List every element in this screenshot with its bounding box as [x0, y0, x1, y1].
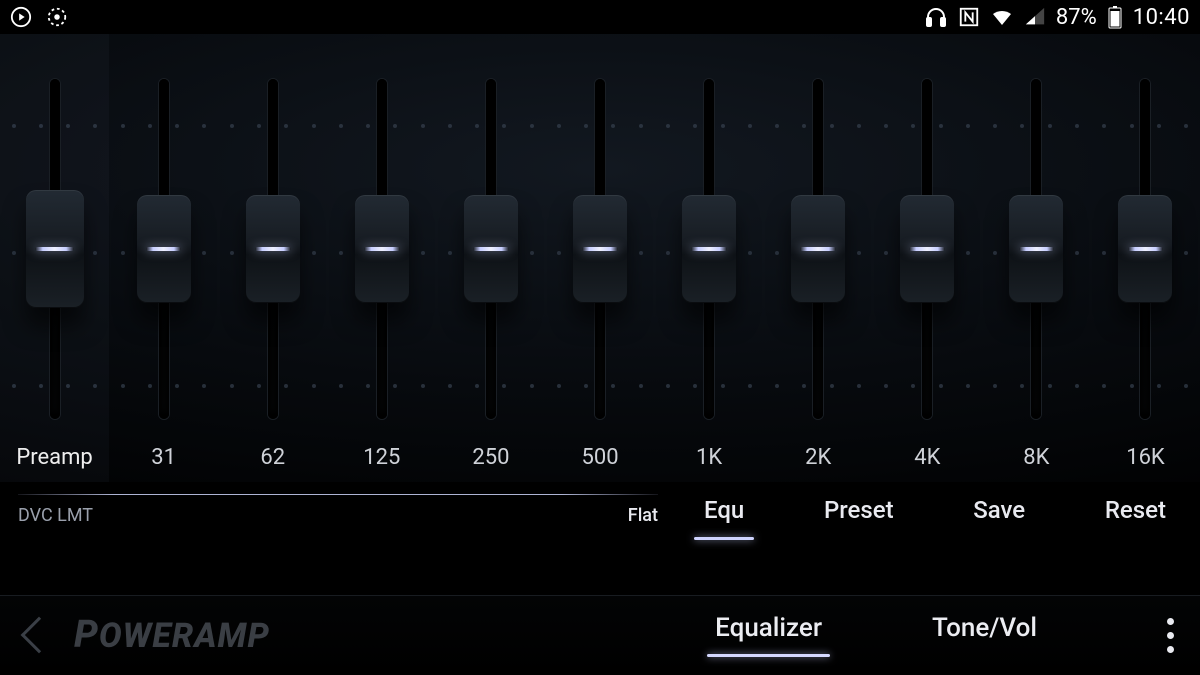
brand-logo: POWERAMP — [74, 613, 270, 657]
wifi-icon — [990, 5, 1014, 29]
band-8K-thumb[interactable] — [1009, 195, 1063, 303]
band-125-thumb[interactable] — [355, 195, 409, 303]
band-1K-label: 1K — [696, 433, 722, 482]
thumb-indicator — [473, 247, 509, 251]
band-slider-16K: 16K — [1091, 34, 1200, 482]
reset-button[interactable]: Reset — [1099, 494, 1172, 536]
band-250-track[interactable] — [486, 79, 496, 419]
band-1K-thumb[interactable] — [682, 195, 736, 303]
play-notification-icon — [10, 6, 32, 28]
band-125-label: 125 — [363, 433, 400, 482]
brand-text: OWERAMP — [99, 616, 270, 656]
eq-action-row: Equ Preset Save Reset — [658, 494, 1172, 536]
band-slider-62: 62 — [218, 34, 327, 482]
bottom-nav-bar: POWERAMP Equalizer Tone/Vol — [0, 595, 1200, 675]
band-16K-thumb[interactable] — [1118, 195, 1172, 303]
thumb-indicator — [909, 247, 945, 251]
preamp-track[interactable] — [50, 79, 60, 419]
headphones-icon — [924, 5, 948, 29]
band-8K-label: 8K — [1023, 433, 1049, 482]
band-slider-250: 250 — [436, 34, 545, 482]
equ-toggle-button[interactable]: Equ — [698, 494, 750, 536]
nfc-icon — [958, 6, 980, 28]
band-4K-label: 4K — [914, 433, 940, 482]
band-4K-thumb[interactable] — [900, 195, 954, 303]
band-2K-label: 2K — [805, 433, 831, 482]
band-250-label: 250 — [472, 433, 509, 482]
thumb-indicator — [1128, 247, 1164, 251]
poweramp-notification-icon — [46, 6, 68, 28]
overflow-menu-button[interactable] — [1167, 618, 1174, 653]
eq-mid-row: DVC LMT Flat Equ Preset Save Reset — [0, 482, 1200, 560]
android-status-bar: 87% 10:40 — [0, 0, 1200, 34]
thumb-indicator — [146, 247, 182, 251]
battery-percent: 87% — [1056, 5, 1097, 30]
band-2K-track[interactable] — [813, 79, 823, 419]
band-125-track[interactable] — [377, 79, 387, 419]
equalizer-panel: Preamp 31 62 125 250 500 1K 2K 4K 8K 16K — [0, 34, 1200, 482]
preamp-slider: Preamp — [0, 34, 109, 482]
band-slider-31: 31 — [109, 34, 218, 482]
preset-name: Flat — [628, 505, 658, 526]
cell-signal-icon — [1024, 6, 1046, 28]
band-250-thumb[interactable] — [464, 195, 518, 303]
thumb-indicator — [364, 247, 400, 251]
band-500-track[interactable] — [595, 79, 605, 419]
band-62-thumb[interactable] — [246, 195, 300, 303]
preset-divider — [18, 494, 658, 495]
band-slider-500: 500 — [545, 34, 654, 482]
tab-equalizer[interactable]: Equalizer — [715, 613, 822, 657]
battery-icon — [1107, 5, 1123, 29]
band-1K-track[interactable] — [704, 79, 714, 419]
band-62-label: 62 — [260, 433, 285, 482]
thumb-indicator — [35, 247, 73, 251]
band-8K-track[interactable] — [1031, 79, 1041, 419]
eq-slider-row: Preamp 31 62 125 250 500 1K 2K 4K 8K 16K — [0, 34, 1200, 482]
band-slider-125: 125 — [327, 34, 436, 482]
thumb-indicator — [800, 247, 836, 251]
back-button[interactable] — [21, 617, 58, 654]
band-31-thumb[interactable] — [137, 195, 191, 303]
preset-button[interactable]: Preset — [818, 494, 900, 536]
band-31-track[interactable] — [159, 79, 169, 419]
thumb-indicator — [1019, 247, 1055, 251]
band-62-track[interactable] — [268, 79, 278, 419]
band-2K-thumb[interactable] — [791, 195, 845, 303]
preamp-label: Preamp — [16, 433, 92, 482]
thumb-indicator — [582, 247, 618, 251]
save-button[interactable]: Save — [967, 494, 1031, 536]
status-clock: 10:40 — [1133, 5, 1190, 30]
band-slider-4K: 4K — [873, 34, 982, 482]
band-500-thumb[interactable] — [573, 195, 627, 303]
thumb-indicator — [255, 247, 291, 251]
band-4K-track[interactable] — [922, 79, 932, 419]
band-16K-label: 16K — [1126, 433, 1165, 482]
tab-tone-vol[interactable]: Tone/Vol — [932, 613, 1037, 657]
band-500-label: 500 — [581, 433, 618, 482]
band-31-label: 31 — [151, 433, 176, 482]
band-slider-1K: 1K — [655, 34, 764, 482]
preset-info: DVC LMT Flat — [18, 494, 658, 526]
band-slider-2K: 2K — [764, 34, 873, 482]
band-slider-8K: 8K — [982, 34, 1091, 482]
preamp-thumb[interactable] — [26, 190, 84, 308]
dvc-limit-label: DVC LMT — [18, 505, 93, 526]
band-16K-track[interactable] — [1140, 79, 1150, 419]
thumb-indicator — [691, 247, 727, 251]
